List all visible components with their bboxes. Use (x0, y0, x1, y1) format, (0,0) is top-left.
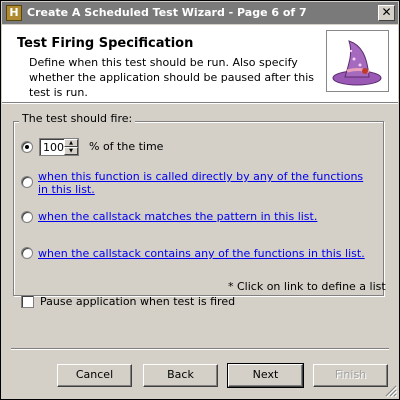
link-callstack-contains[interactable]: when the callstack contains any of the f… (38, 247, 365, 260)
finish-button: Finish (313, 364, 388, 387)
pause-checkbox[interactable] (21, 295, 34, 308)
cancel-button[interactable]: Cancel (57, 364, 132, 387)
footer-divider (11, 348, 389, 350)
header-divider (2, 102, 398, 104)
radio-percent[interactable] (21, 141, 33, 153)
radio-callstack-matches[interactable] (21, 211, 33, 223)
percent-spinner[interactable]: 100 ▲ ▼ (39, 138, 79, 156)
group-label: The test should fire: (19, 112, 136, 125)
close-button[interactable]: ✕ (378, 5, 395, 21)
page-description: Define when this test should be run. Als… (29, 56, 314, 99)
spin-down-icon[interactable]: ▼ (64, 147, 78, 155)
link-called-directly[interactable]: when this function is called directly by… (38, 170, 370, 196)
radio-called-directly[interactable] (21, 176, 33, 188)
next-button[interactable]: Next (227, 363, 304, 388)
percent-value[interactable]: 100 (43, 141, 64, 154)
back-button[interactable]: Back (143, 364, 218, 387)
window-title: Create A Scheduled Test Wizard - Page 6 … (27, 6, 307, 19)
link-callstack-matches[interactable]: when the callstack matches the pattern i… (38, 210, 317, 223)
radio-callstack-contains[interactable] (21, 247, 33, 259)
wizard-hat-icon (326, 30, 389, 92)
pause-label[interactable]: Pause application when test is fired (40, 295, 235, 308)
title-bar[interactable]: H Create A Scheduled Test Wizard - Page … (2, 2, 398, 24)
spinner-buttons[interactable]: ▲ ▼ (64, 139, 78, 155)
resize-grip-icon[interactable] (385, 385, 397, 397)
wizard-window: H Create A Scheduled Test Wizard - Page … (0, 0, 400, 400)
app-icon: H (6, 5, 22, 21)
footnote: * Click on link to define a list (228, 280, 386, 293)
page-title: Test Firing Specification (17, 36, 194, 51)
wizard-header: Test Firing Specification Define when th… (2, 25, 398, 102)
spin-up-icon[interactable]: ▲ (64, 139, 78, 147)
percent-suffix: % of the time (89, 140, 164, 153)
